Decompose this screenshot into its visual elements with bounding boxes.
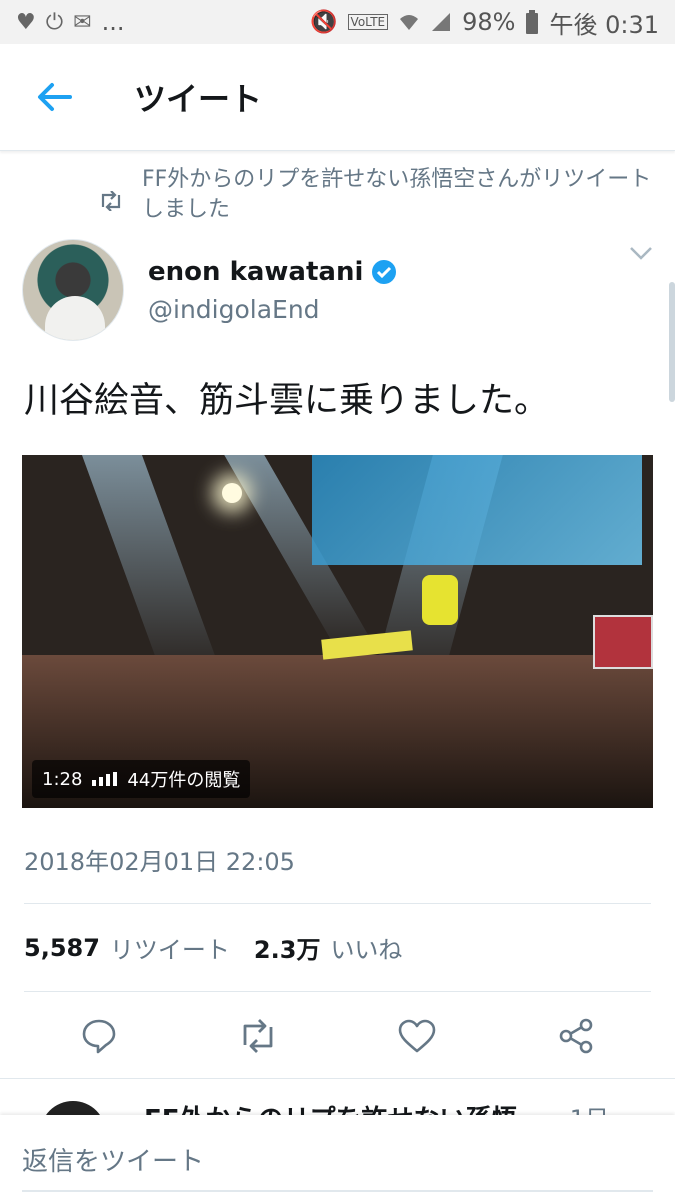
more-notifications: ... — [101, 8, 125, 36]
heart-icon — [398, 1019, 436, 1053]
reply-input[interactable]: 返信をツイート — [22, 1141, 204, 1178]
reply-icon — [83, 1019, 116, 1054]
back-button[interactable] — [34, 77, 74, 117]
stage-light — [222, 483, 242, 503]
video-info-badge: 1:28 44万件の閲覧 — [32, 760, 251, 798]
stage-banner — [312, 455, 642, 565]
video-duration: 1:28 — [42, 768, 83, 790]
volume-bars-icon — [92, 772, 118, 786]
battery-percent: 98% — [462, 8, 516, 36]
retweet-count-label[interactable]: リツイート — [110, 930, 230, 965]
like-count-label[interactable]: いいね — [330, 930, 402, 965]
author-handle[interactable]: @indigolaEnd — [148, 295, 397, 324]
battery-icon — [526, 10, 539, 34]
clock: 午後 0:31 — [549, 10, 659, 39]
retweet-icon — [243, 1019, 273, 1053]
heart-notification-icon: ♥ — [16, 9, 36, 35]
like-button[interactable] — [395, 1014, 439, 1058]
retweet-button[interactable] — [236, 1014, 280, 1058]
mute-icon: 🔇 — [310, 9, 338, 35]
wifi-icon — [400, 15, 419, 30]
amp — [593, 615, 653, 669]
avatar[interactable] — [22, 239, 124, 341]
retweet-count[interactable]: 5,587 — [24, 934, 100, 962]
retweet-context: FF外からのリプを許せない孫悟空さんがリツイートしました — [0, 151, 675, 225]
volte-icon: VoLTE — [347, 14, 389, 30]
more-options-button[interactable] — [629, 245, 653, 264]
scrollbar[interactable] — [669, 282, 675, 402]
mail-notification-icon: ✉ — [73, 9, 92, 35]
like-count[interactable]: 2.3万 — [254, 930, 321, 965]
video-views: 44万件の閲覧 — [127, 770, 241, 791]
tweet-text: 川谷絵音、筋斗雲に乗りました。 — [24, 381, 550, 421]
page-title: ツイート — [134, 80, 263, 118]
tweet-actions — [0, 992, 675, 1080]
reply-preview[interactable]: FF外からのリプを許せない孫悟 1日 — [0, 1078, 675, 1119]
reply-bar: 返信をツイート — [0, 1115, 675, 1200]
chevron-down-icon — [630, 247, 652, 260]
tweet-author: enon kawatani @indigolaEnd — [0, 225, 675, 341]
verified-badge-icon — [372, 259, 397, 284]
share-icon — [559, 1018, 592, 1054]
tweet-timestamp: 2018年02月01日 22:05 — [24, 848, 295, 876]
status-bar: ♥ ⏻ ✉ ... 🔇 VoLTE 98% 午後 0:31 — [0, 0, 675, 44]
video-player[interactable]: 1:28 44万件の閲覧 — [22, 455, 653, 808]
signal-icon — [432, 13, 451, 31]
performer — [422, 575, 458, 625]
back-arrow-icon — [38, 83, 72, 111]
retweeted-by-text[interactable]: FF外からのリプを許せない孫悟空さんがリツイートしました — [100, 165, 655, 225]
power-notification-icon: ⏻ — [45, 9, 64, 35]
retweet-icon — [101, 191, 121, 211]
reply-button[interactable] — [77, 1014, 121, 1058]
app-bar: ツイート — [0, 44, 675, 151]
tweet-stats: 5,587 リツイート 2.3万 いいね — [0, 904, 675, 991]
share-button[interactable] — [554, 1014, 598, 1058]
author-name[interactable]: enon kawatani — [148, 257, 363, 287]
